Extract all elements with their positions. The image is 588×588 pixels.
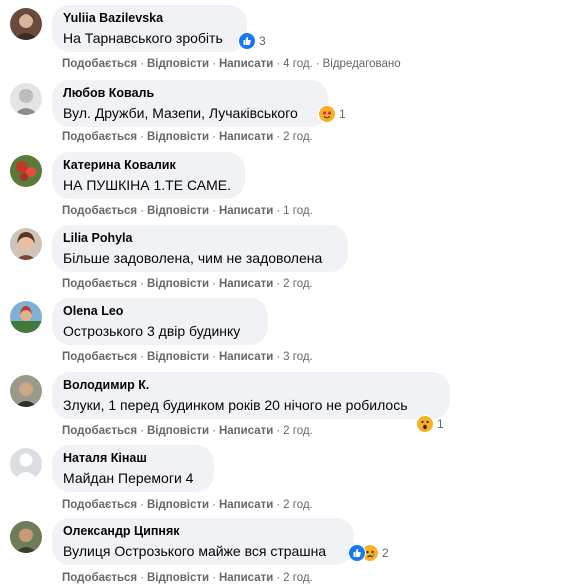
comment-actions: Подобається · Відповісти · Написати · 1 год. — [62, 205, 313, 217]
reply-button[interactable]: Відповісти — [147, 351, 209, 363]
write-button[interactable]: Написати — [219, 351, 273, 363]
avatar[interactable] — [10, 8, 42, 40]
reply-button[interactable]: Відповісти — [147, 425, 209, 437]
comment-actions: Подобається · Відповісти · Написати · 4 год. · В… — [62, 58, 401, 70]
reaction-summary[interactable]: 1 — [318, 104, 346, 124]
reply-button[interactable]: Відповісти — [147, 205, 209, 217]
reply-button[interactable]: Відповісти — [147, 278, 209, 290]
reply-button[interactable]: Відповісти — [147, 499, 209, 511]
reply-button[interactable]: Відповісти — [147, 131, 209, 143]
edited-label: Відредаговано — [322, 58, 401, 70]
reaction-count: 2 — [382, 546, 389, 560]
comment-time[interactable]: 2 год. — [283, 425, 313, 437]
comment-text: Вулиця Острозького майже вся страшна — [63, 543, 327, 559]
comment-actions: Подобається · Відповісти · Написати · 2 год. — [62, 425, 313, 437]
avatar[interactable] — [10, 228, 42, 260]
comment-author[interactable]: Наталя Кінаш — [63, 451, 202, 466]
comment-author[interactable]: Olena Leo — [63, 304, 256, 319]
avatar[interactable] — [10, 301, 42, 333]
comment-actions: Подобається · Відповісти · Написати · 2 год. — [62, 572, 313, 584]
reaction-count: 3 — [259, 34, 266, 48]
reaction-summary[interactable]: 1 — [416, 414, 444, 434]
comment-time[interactable]: 4 год. — [283, 58, 313, 70]
comment-actions: Подобається · Відповісти · Написати · 2 год. — [62, 278, 313, 290]
write-button[interactable]: Написати — [219, 425, 273, 437]
avatar[interactable] — [10, 521, 42, 553]
comment-text: Острозького 3 двір будинку — [63, 323, 241, 339]
avatar[interactable] — [10, 375, 42, 407]
like-button[interactable]: Подобається — [62, 205, 137, 217]
comment-time[interactable]: 2 год. — [283, 131, 313, 143]
comment-actions: Подобається · Відповісти · Написати · 2 год. — [62, 499, 313, 511]
comment-bubble: Наталя Кінаш Майдан Перемоги 4 — [52, 445, 214, 492]
like-icon — [348, 544, 366, 562]
comment-actions: Подобається · Відповісти · Написати · 3 год. — [62, 351, 313, 363]
comment-author[interactable]: Любов Коваль — [63, 86, 316, 101]
comment-text: Більше задоволена, чим не задоволена — [63, 250, 323, 266]
comment-time[interactable]: 2 год. — [283, 499, 313, 511]
comment-bubble: Катерина Ковалик НА ПУШКІНА 1.ТЕ САМЕ. — [52, 152, 245, 199]
comment-text: Майдан Перемоги 4 — [63, 470, 194, 486]
comment-text: На Тарнавського зробіть — [63, 30, 223, 46]
reaction-count: 1 — [339, 107, 346, 121]
avatar[interactable] — [10, 83, 42, 115]
reply-button[interactable]: Відповісти — [147, 58, 209, 70]
reaction-count: 1 — [437, 417, 444, 431]
comment-text: НА ПУШКІНА 1.ТЕ САМЕ. — [63, 177, 231, 193]
comment-actions: Подобається · Відповісти · Написати · 2 год. — [62, 131, 313, 143]
comment-author[interactable]: Yuliia Bazilevska — [63, 11, 235, 26]
comment-bubble: Любов Коваль Вул. Дружби, Мазепи, Лучакі… — [52, 80, 328, 127]
like-icon — [238, 32, 256, 50]
write-button[interactable]: Написати — [219, 205, 273, 217]
comment-bubble: Olena Leo Острозького 3 двір будинку — [52, 298, 268, 345]
like-button[interactable]: Подобається — [62, 572, 137, 584]
like-button[interactable]: Подобається — [62, 351, 137, 363]
avatar[interactable] — [10, 448, 42, 480]
wow-icon — [416, 415, 434, 433]
write-button[interactable]: Написати — [219, 131, 273, 143]
comment-author[interactable]: Катерина Ковалик — [63, 158, 233, 173]
like-button[interactable]: Подобається — [62, 499, 137, 511]
like-button[interactable]: Подобається — [62, 425, 137, 437]
write-button[interactable]: Написати — [219, 499, 273, 511]
reply-button[interactable]: Відповісти — [147, 572, 209, 584]
write-button[interactable]: Написати — [219, 278, 273, 290]
comment-bubble: Lilia Pohyla Більше задоволена, чим не з… — [52, 225, 348, 272]
comment-bubble: Yuliia Bazilevska На Тарнавського зробіт… — [52, 5, 247, 52]
write-button[interactable]: Написати — [219, 58, 273, 70]
like-button[interactable]: Подобається — [62, 131, 137, 143]
avatar[interactable] — [10, 155, 42, 187]
like-button[interactable]: Подобається — [62, 58, 137, 70]
reaction-summary[interactable]: 3 — [238, 31, 266, 51]
comment-author[interactable]: Володимир К. — [63, 378, 438, 393]
like-button[interactable]: Подобається — [62, 278, 137, 290]
comment-author[interactable]: Олександр Ципняк — [63, 524, 342, 539]
comment-text: Вул. Дружби, Мазепи, Лучаківського — [63, 105, 298, 121]
reaction-summary[interactable]: 2 — [348, 543, 389, 563]
comment-time[interactable]: 2 год. — [283, 278, 313, 290]
comment-time[interactable]: 1 год. — [283, 205, 313, 217]
comment-text: Злуки, 1 перед будинком років 20 нічого … — [63, 397, 408, 413]
comment-time[interactable]: 3 год. — [283, 351, 313, 363]
comment-time[interactable]: 2 год. — [283, 572, 313, 584]
comment-bubble: Олександр Ципняк Вулиця Острозького майж… — [52, 518, 354, 565]
write-button[interactable]: Написати — [219, 572, 273, 584]
comment-author[interactable]: Lilia Pohyla — [63, 231, 336, 246]
love-face-icon — [318, 105, 336, 123]
comment-bubble: Володимир К. Злуки, 1 перед будинком рок… — [52, 372, 450, 419]
